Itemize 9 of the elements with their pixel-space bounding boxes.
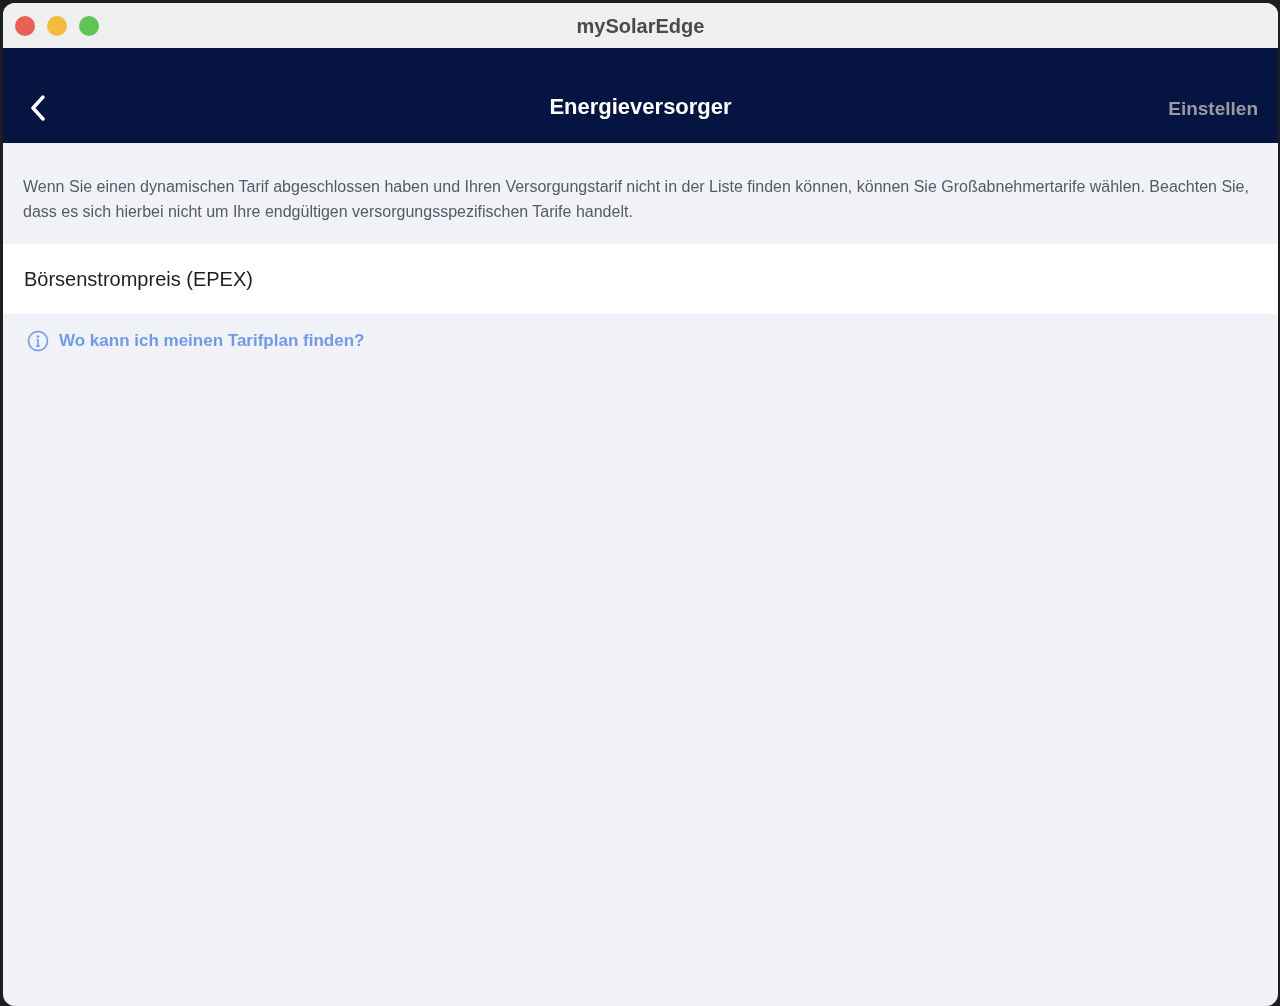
minimize-button[interactable] — [47, 15, 67, 36]
zoom-button[interactable] — [79, 15, 99, 36]
window-title: mySolarEdge — [576, 13, 705, 39]
info-icon — [27, 329, 49, 352]
close-button[interactable] — [15, 15, 35, 36]
provider-item[interactable]: Börsenstrompreis (EPEX) — [3, 244, 1278, 314]
description-text: Wenn Sie einen dynamischen Tarif abgeschlossen haben und Ihren Versorgungstarif nicht in der Liste finden können, können Sie Großabnehmertarife wählen. Beachten Sie, dass es sich hierbei nicht um Ihre endgültigen versorgungsspezifischen Tarife handelt. — [22, 177, 1250, 222]
back-icon — [30, 95, 46, 121]
page-title: Energieversorger — [549, 93, 732, 121]
